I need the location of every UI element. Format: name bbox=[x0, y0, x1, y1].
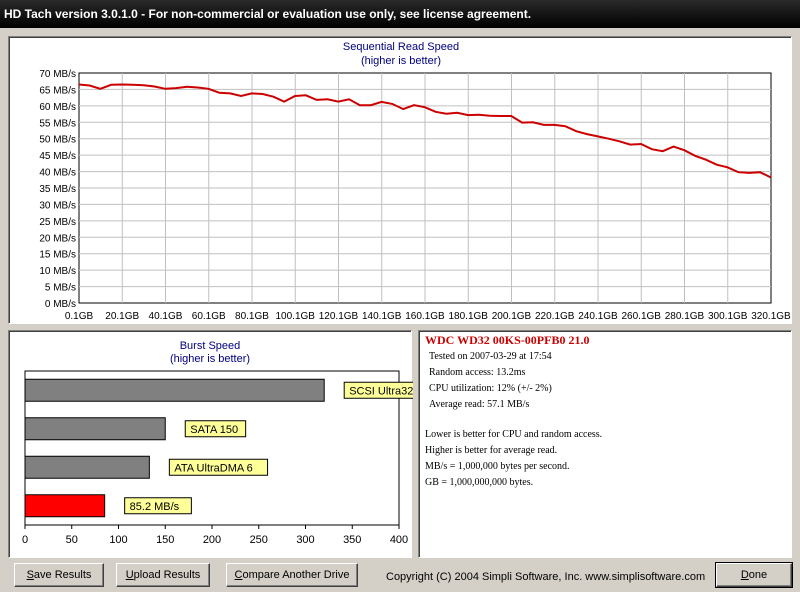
x-tick-label: 240.1GB bbox=[578, 311, 618, 322]
random-access: Random access: 13.2ms bbox=[429, 367, 526, 378]
y-tick-label: 30 MB/s bbox=[39, 200, 76, 211]
y-tick-label: 45 MB/s bbox=[39, 151, 76, 162]
x-tick-label: 160.1GB bbox=[405, 311, 445, 322]
chart-title: Burst Speed bbox=[180, 340, 241, 352]
x-tick-label: 120.1GB bbox=[319, 311, 359, 322]
x-tick-label: 260.1GB bbox=[622, 311, 662, 322]
y-tick-label: 10 MB/s bbox=[39, 266, 76, 277]
y-tick-label: 5 MB/s bbox=[45, 283, 76, 294]
y-tick-label: 40 MB/s bbox=[39, 168, 76, 179]
burst-speed-chart-panel: Burst Speed (higher is better) 0 50 100 150 20… bbox=[8, 330, 413, 558]
x-tick-label: 180.1GB bbox=[449, 311, 489, 322]
burst-bar bbox=[24, 378, 325, 402]
burst-label: 85.2 MB/s bbox=[130, 501, 180, 513]
x-tick-label: 100.1GB bbox=[276, 311, 316, 322]
drive-info-panel: WDC WD32 00KS-00PFB0 21.0 Tested on 2007… bbox=[418, 330, 792, 558]
note-read: Higher is better for average read. bbox=[425, 445, 558, 456]
x-tick-label: 60.1GB bbox=[192, 311, 226, 322]
y-tick-label: 60 MB/s bbox=[39, 102, 76, 113]
y-tick-label: 35 MB/s bbox=[39, 184, 76, 195]
x-tick-label: 200.1GB bbox=[492, 311, 532, 322]
x-tick-label: 140.1GB bbox=[362, 311, 402, 322]
x-tick-label: 300 bbox=[296, 534, 314, 546]
burst-bar bbox=[24, 494, 106, 518]
note-mbs: MB/s = 1,000,000 bytes per second. bbox=[425, 461, 570, 472]
sequential-read-chart-panel: Sequential Read Speed (higher is better) 0… bbox=[8, 36, 792, 324]
burst-label: SATA 150 bbox=[190, 424, 238, 436]
note-cpu: Lower is better for CPU and random acces… bbox=[425, 429, 603, 440]
burst-bar bbox=[24, 455, 150, 479]
burst-bar bbox=[24, 417, 166, 441]
x-tick-label: 220.1GB bbox=[535, 311, 575, 322]
drive-name: WDC WD32 00KS-00PFB0 21.0 bbox=[425, 333, 590, 347]
window-title-bar: HD Tach version 3.0.1.0 - For non-commer… bbox=[0, 0, 800, 28]
y-tick-label: 55 MB/s bbox=[39, 118, 76, 129]
average-read: Average read: 57.1 MB/s bbox=[429, 399, 530, 410]
burst-label: SCSI Ultra320 bbox=[349, 385, 413, 397]
x-tick-label: 0 bbox=[22, 534, 28, 546]
y-tick-label: 20 MB/s bbox=[39, 233, 76, 244]
sequential-read-chart: Sequential Read Speed (higher is better) 0… bbox=[39, 41, 791, 322]
burst-speed-chart: Burst Speed(higher is better) 0 50 100 150 20… bbox=[22, 340, 413, 546]
y-tick-label: 50 MB/s bbox=[39, 135, 76, 146]
y-tick-label: 0 MB/s bbox=[45, 299, 76, 310]
x-tick-label: 20.1GB bbox=[105, 311, 139, 322]
x-tick-label: 250 bbox=[250, 534, 268, 546]
note-gb: GB = 1,000,000,000 bytes. bbox=[425, 477, 534, 488]
done-button[interactable]: Done bbox=[715, 562, 793, 588]
x-tick-label: 350 bbox=[343, 534, 361, 546]
x-tick-label: 150 bbox=[156, 534, 174, 546]
x-tick-label: 400 bbox=[390, 534, 408, 546]
cpu-utilization: CPU utilization: 12% (+/- 2%) bbox=[429, 383, 552, 394]
x-tick-label: 0.1GB bbox=[65, 311, 94, 322]
x-tick-label: 100 bbox=[109, 534, 127, 546]
compare-another-drive-button[interactable]: Compare Another Drive bbox=[226, 563, 358, 587]
save-results-button[interactable]: Save Results bbox=[14, 563, 104, 587]
chart-subtitle: (higher is better) bbox=[170, 353, 250, 365]
x-tick-label: 200 bbox=[203, 534, 221, 546]
chart-title: Sequential Read Speed bbox=[343, 41, 459, 53]
burst-label: ATA UltraDMA 6 bbox=[174, 462, 252, 474]
copyright-text: Copyright (C) 2004 Simpli Software, Inc.… bbox=[386, 571, 706, 583]
window-title: HD Tach version 3.0.1.0 - For non-commer… bbox=[4, 7, 532, 21]
y-tick-label: 70 MB/s bbox=[39, 69, 76, 80]
y-tick-label: 25 MB/s bbox=[39, 217, 76, 228]
tested-on: Tested on 2007-03-29 at 17:54 bbox=[429, 351, 552, 362]
x-tick-label: 280.1GB bbox=[665, 311, 705, 322]
x-tick-label: 320.1GB bbox=[751, 311, 791, 322]
y-tick-label: 15 MB/s bbox=[39, 250, 76, 261]
upload-results-button[interactable]: Upload Results bbox=[116, 563, 210, 587]
x-tick-label: 40.1GB bbox=[149, 311, 183, 322]
x-tick-label: 50 bbox=[66, 534, 78, 546]
x-tick-label: 80.1GB bbox=[235, 311, 269, 322]
chart-subtitle: (higher is better) bbox=[361, 55, 441, 67]
x-tick-label: 300.1GB bbox=[708, 311, 748, 322]
y-tick-label: 65 MB/s bbox=[39, 85, 76, 96]
